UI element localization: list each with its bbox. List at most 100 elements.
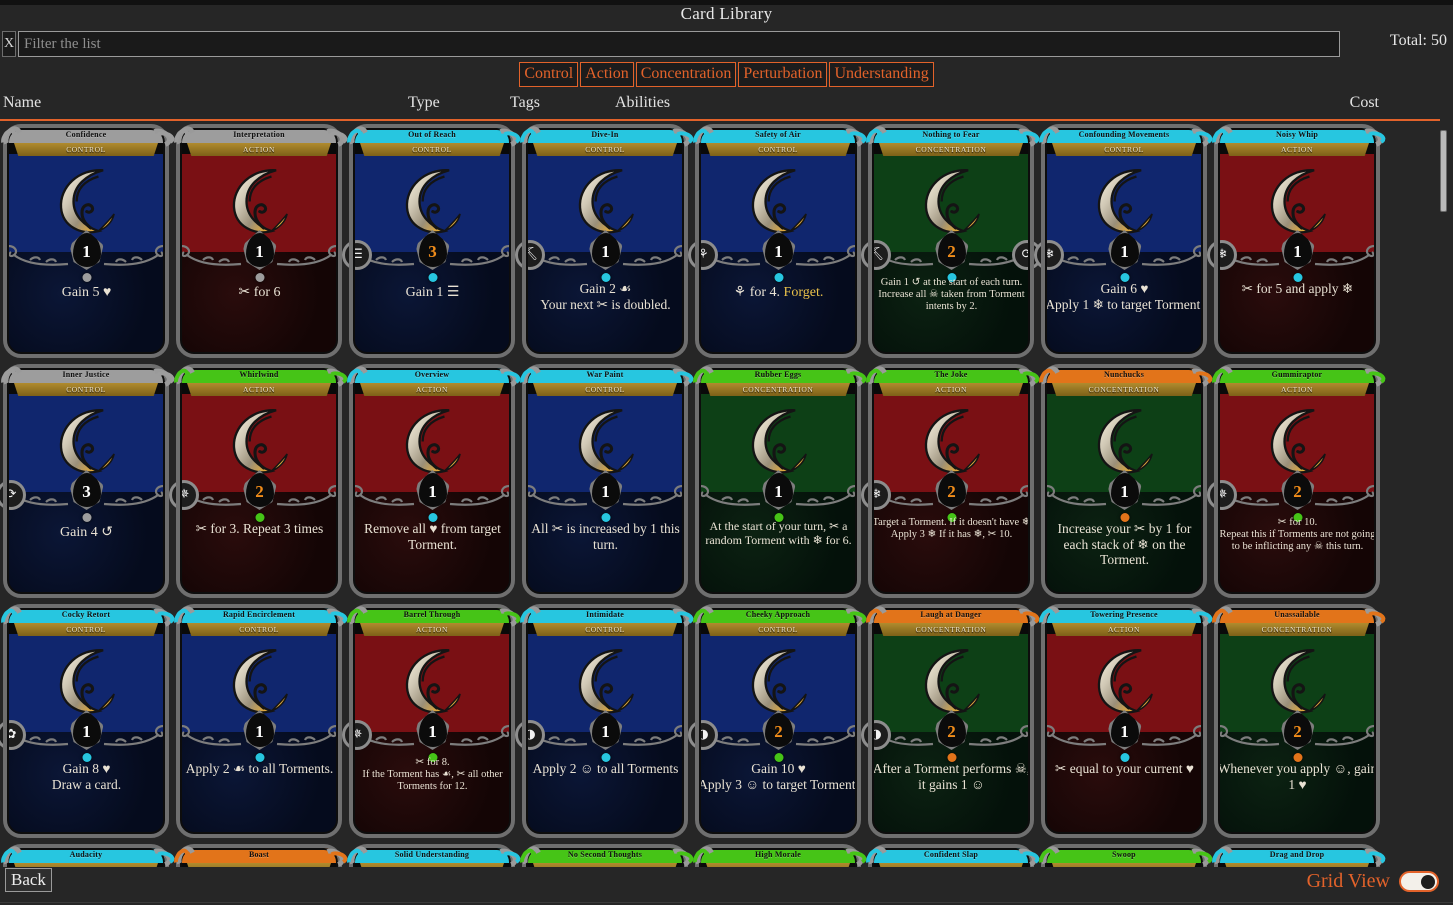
card-name: Noisy Whip: [1275, 130, 1319, 139]
card-name: Nothing to Fear: [922, 130, 980, 139]
card-item[interactable]: Gummiraptor ACTION 2 ✵ ✂ for 10. Repeat t…: [1207, 362, 1387, 602]
type-filter-understanding[interactable]: Understanding: [829, 62, 934, 87]
card-ability-icon[interactable]: ❄: [1207, 240, 1237, 270]
card-name: Rapid Encirclement: [222, 610, 296, 619]
card-name: Dive-In: [591, 130, 619, 139]
card-item-partial[interactable]: Audacity CONTROL: [0, 842, 176, 867]
card-item-partial[interactable]: High Morale ACTION: [690, 842, 868, 867]
card-ability-icon[interactable]: ❄: [861, 480, 891, 510]
card-text: Gain 1 ☰: [405, 285, 460, 300]
card-item[interactable]: Confounding Movements CONTROL 1 ❄ Gain 6…: [1034, 122, 1214, 362]
card-text: Gain 10 ♥ Apply 3 ☺ to target Torment.: [698, 761, 859, 792]
card-ability-icon[interactable]: ◑: [861, 720, 891, 750]
card-cost-value: 2: [255, 481, 264, 501]
card-type-banner: CONTROL: [187, 863, 331, 867]
card-rarity-dot: [255, 273, 264, 282]
card-item[interactable]: Cocky Retort CONTROL 1 ✿ Gain 8 ♥ Draw a …: [0, 602, 176, 842]
back-button[interactable]: Back: [5, 868, 52, 892]
card-item[interactable]: Laugh at Danger CONCENTRATION 2 ◑ After …: [861, 602, 1041, 842]
card-name-banner: Towering Presence: [1044, 606, 1204, 623]
scrollbar-thumb[interactable]: [1440, 130, 1447, 212]
card-cost-value: 2: [947, 241, 956, 261]
card-ability-icon[interactable]: ⚘: [688, 240, 718, 270]
card-item[interactable]: Whirlwind ACTION 2 ✵ ✂ for 3. Repeat 3 t…: [169, 362, 349, 602]
card-cost-value: 1: [1120, 241, 1129, 261]
card-item[interactable]: Interpretation ACTION 1 ✂ for 6: [171, 122, 349, 362]
card-ability-icon[interactable]: ◑: [515, 720, 545, 750]
card-text: ✂ equal to your current ♥: [1055, 761, 1194, 776]
search-input[interactable]: [19, 32, 1339, 56]
grid-view-toggle[interactable]: [1399, 871, 1439, 892]
card-grid: Confidence CONTROL 1 Gain 5 ♥ Interpreta…: [0, 122, 1440, 867]
card-name: High Morale: [755, 850, 801, 859]
card-item[interactable]: Safety of Air CONTROL 1 ⚘ ⚘ for 4. Forge…: [688, 122, 868, 362]
card-type: CONTROL: [412, 145, 452, 154]
card-name-banner: Confounding Movements: [1044, 126, 1204, 143]
card-name-banner: Cocky Retort: [6, 606, 166, 623]
card-item[interactable]: Confidence CONTROL 1 Gain 5 ♥: [0, 122, 176, 362]
card-item[interactable]: Intimidate CONTROL 1 ◑ Apply 2 ☺ to all …: [515, 602, 695, 842]
card-item[interactable]: Overview ACTION 1 Remove all ♥ from targ…: [344, 362, 522, 602]
card-item[interactable]: Noisy Whip ACTION 1 ❄ ✂ for 5 and apply …: [1207, 122, 1387, 362]
moon-emblem: [1270, 169, 1326, 234]
card-type-banner: CONTROL: [14, 863, 158, 867]
card-item-partial[interactable]: Solid Understanding ACTION: [344, 842, 522, 867]
card-text: Gain 4 ↺: [60, 525, 113, 540]
card-ability-icon[interactable]: ◑: [688, 720, 718, 750]
type-filter-perturbation[interactable]: Perturbation: [738, 62, 828, 87]
card-type-banner: ACTION: [360, 383, 504, 396]
card-name-banner: Audacity: [6, 846, 166, 863]
card-item-partial[interactable]: Boast CONTROL: [171, 842, 349, 867]
card-cost-value: 1: [255, 721, 264, 741]
type-filter-action[interactable]: Action: [580, 62, 634, 87]
type-filter-concentration[interactable]: Concentration: [635, 62, 737, 87]
card-ability-icon[interactable]: ⛏: [515, 240, 545, 270]
card-item[interactable]: Unassailable CONCENTRATION 2 Whenever yo…: [1209, 602, 1387, 842]
vertical-scrollbar[interactable]: [1440, 126, 1447, 866]
clear-filter-button[interactable]: X: [2, 31, 16, 57]
card-item[interactable]: Nothing to Fear CONCENTRATION 2 ⛏ ⟳ Gain…: [861, 122, 1042, 362]
card-item[interactable]: The Joke ACTION 2 ❄ Target a Torment. If…: [861, 362, 1041, 602]
card-name-banner: Out of Reach: [352, 126, 512, 143]
card-item[interactable]: Nunchucks CONCENTRATION 1 Increase your …: [1036, 362, 1214, 602]
card-type-banner: ACTION: [1225, 383, 1369, 396]
filter-input-wrap[interactable]: [18, 31, 1340, 57]
card-text: Gain 2 ☙ Your next ✂ is doubled.: [540, 281, 671, 312]
card-cost-value: 1: [1293, 241, 1302, 261]
card-ability-icon[interactable]: ☰: [342, 240, 372, 270]
card-item[interactable]: Rapid Encirclement CONTROL 1 Apply 2 ☙ t…: [171, 602, 349, 842]
card-item[interactable]: Rubber Eggs CONCENTRATION 1 At the start…: [690, 362, 868, 602]
card-inner: Solid Understanding ACTION: [352, 846, 512, 867]
card-item-partial[interactable]: Swoop ACTION: [1036, 842, 1214, 867]
moon-emblem: [751, 649, 807, 714]
card-text: Increase your ✂ by 1 for each stack of ❄…: [1057, 521, 1192, 568]
card-text: Gain 8 ♥ Draw a card.: [51, 761, 122, 792]
card-type: CONCENTRATION: [915, 625, 987, 634]
card-ability-icon[interactable]: ❄: [1034, 240, 1064, 270]
card-text: Gain 6 ♥ Apply 1 ❄ to target Torment.: [1045, 281, 1204, 312]
card-item[interactable]: Towering Presence ACTION 1 ✂ equal to yo…: [1036, 602, 1214, 842]
card-type: ACTION: [1108, 625, 1140, 634]
card-ability-icon[interactable]: ✵: [1207, 480, 1237, 510]
card-item[interactable]: Cheeky Approach CONTROL 2 ◑ Gain 10 ♥ App…: [688, 602, 868, 842]
type-filter-control[interactable]: Control: [519, 62, 579, 87]
card-item[interactable]: Barrel Through ACTION 1 ✵ ✂ for 8. If the…: [342, 602, 522, 842]
card-item[interactable]: Out of Reach CONTROL 3 ☰ Gain 1 ☰: [342, 122, 522, 362]
grid-view-toggle-group[interactable]: Grid View: [1307, 870, 1439, 893]
card-ability-icon[interactable]: ⛏: [861, 240, 891, 270]
card-cost-value: 1: [774, 481, 783, 501]
card-item-partial[interactable]: No Second Thoughts CONTROL: [517, 842, 695, 867]
card-inner: Boast CONTROL: [179, 846, 339, 867]
card-name: Unassailable: [1274, 610, 1320, 619]
card-ability-icon[interactable]: ✵: [169, 480, 199, 510]
card-type: CONTROL: [66, 865, 106, 867]
card-item-partial[interactable]: Confident Slap ACTION: [863, 842, 1041, 867]
card-item-partial[interactable]: Drag and Drop ACTION: [1209, 842, 1387, 867]
card-ability-icon[interactable]: ✵: [342, 720, 372, 750]
card-item[interactable]: Dive-In CONTROL 1 ⛏ Gain 2 ☙ Your next ✂ …: [515, 122, 695, 362]
card-rarity-dot: [82, 513, 91, 522]
card-item[interactable]: War Paint CONTROL 1 All ✂ is increased b…: [517, 362, 695, 602]
card-name-banner: Inner Justice: [6, 366, 166, 383]
card-item[interactable]: Inner Justice CONTROL 3 ⟳ Gain 4 ↺: [0, 362, 176, 602]
card-type: ACTION: [243, 385, 275, 394]
